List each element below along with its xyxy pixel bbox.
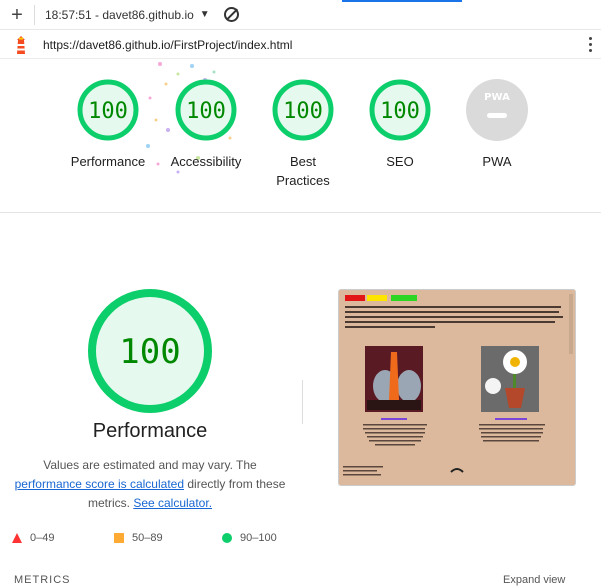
see-calculator-link[interactable]: See calculator. [133, 496, 212, 510]
gauge-pwa[interactable]: PWA PWA [447, 78, 547, 171]
performance-score: 100 [119, 332, 180, 372]
clear-icon[interactable] [223, 7, 239, 22]
category-gauges: 100 Performance 100 Accessibility 100 Be… [0, 60, 601, 210]
gauge-best-practices[interactable]: 100 Best Practices [253, 78, 353, 190]
gauge-score: 100 [380, 99, 420, 124]
gauge-label: Performance [70, 154, 146, 169]
gauge-label: PWA [482, 154, 512, 169]
square-icon [114, 533, 124, 543]
lighthouse-icon [13, 35, 29, 55]
performance-description: Values are estimated and may vary. The p… [14, 458, 286, 510]
gauge-score: 100 [186, 99, 226, 124]
more-options-icon[interactable] [589, 37, 593, 52]
active-tab-indicator [342, 0, 462, 2]
performance-title: Performance [92, 420, 208, 442]
devtools-toolbar: + 18:57:51 - davet86.github.io ▼ [0, 0, 601, 30]
toolbar-separator [34, 4, 35, 25]
vertical-divider [302, 380, 303, 424]
score-calc-link[interactable]: performance score is calculated [15, 477, 184, 491]
pwa-badge-icon: PWA [466, 79, 528, 141]
score-ring-icon: 100 [369, 79, 431, 141]
score-legend: 0–49 50–89 90–100 [0, 532, 601, 548]
report-selector[interactable]: 18:57:51 - davet86.github.io ▼ [45, 8, 210, 22]
gauge-label: SEO [386, 154, 414, 169]
legend-pass: 90–100 [222, 532, 277, 544]
gauge-accessibility[interactable]: 100 Accessibility [156, 78, 256, 171]
gauge-score: 100 [283, 99, 323, 124]
section-divider [0, 212, 601, 213]
expand-view-toggle[interactable]: Expand view [503, 574, 565, 586]
legend-fail: 0–49 [12, 532, 54, 544]
report-url-bar: https://davet86.github.io/FirstProject/i… [0, 31, 601, 59]
caret-down-icon: ▼ [199, 9, 210, 20]
gauge-label: Accessibility [170, 154, 242, 169]
gauge-score: 100 [88, 99, 128, 124]
circle-icon [222, 533, 232, 543]
pwa-badge-text: PWA [484, 92, 510, 103]
new-report-button[interactable]: + [0, 0, 34, 30]
score-ring-icon: 100 [175, 79, 237, 141]
report-label: 18:57:51 - davet86.github.io [45, 7, 194, 22]
report-url[interactable]: https://davet86.github.io/FirstProject/i… [43, 38, 292, 52]
gauge-label: Best Practices [276, 154, 330, 188]
final-screenshot[interactable] [338, 289, 576, 486]
gauge-seo[interactable]: 100 SEO [350, 78, 450, 171]
score-ring-icon: 100 [88, 289, 212, 413]
legend-average: 50–89 [114, 532, 163, 544]
performance-gauge-large: 100 [86, 287, 214, 420]
score-ring-icon: 100 [77, 79, 139, 141]
page-screenshot-illustration [339, 290, 575, 485]
triangle-icon [12, 533, 22, 543]
score-ring-icon: 100 [272, 79, 334, 141]
metrics-header: METRICS [14, 574, 71, 586]
gauge-performance[interactable]: 100 Performance [58, 78, 158, 171]
